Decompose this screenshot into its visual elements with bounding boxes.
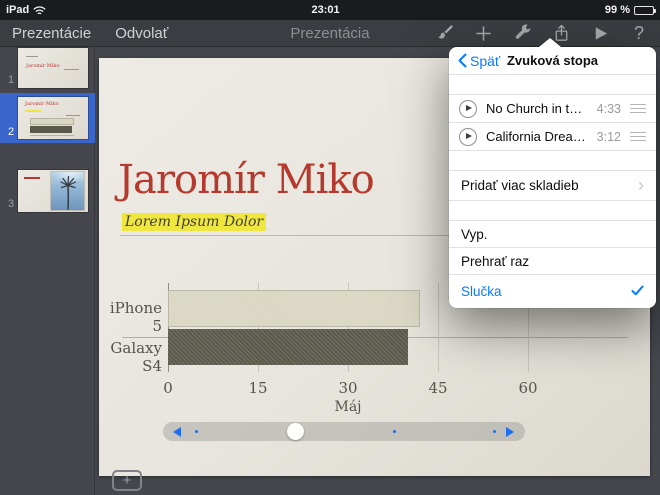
battery-percent: 99 % (605, 4, 630, 16)
song-play-icon[interactable] (459, 128, 477, 146)
chart-gridline (438, 283, 439, 372)
popover-spacer (449, 75, 656, 95)
status-bar: iPad 23:01 99 % (0, 0, 660, 20)
toolbar: Prezentácie Odvolať Prezentácia ? (0, 20, 660, 47)
slide-navigator: Jaromír Miko 1 Jaromír Miko 2 3 (0, 47, 95, 495)
scrubber-knob[interactable] (287, 423, 304, 440)
song-row[interactable]: No Church in t… 4:33 (449, 95, 656, 123)
audio-option-play-once[interactable]: Prehrať raz (449, 248, 656, 275)
audio-option-off[interactable]: Vyp. (449, 221, 656, 248)
scrubber-prev-arrow-icon[interactable] (173, 427, 181, 437)
slide-number-2: 2 (6, 126, 16, 138)
song-row[interactable]: California Drea… 3:12 (449, 123, 656, 151)
palm-photo-thumbnail (51, 172, 84, 210)
status-time: 23:01 (312, 4, 340, 16)
song-play-icon[interactable] (459, 100, 477, 118)
popover-spacer (449, 201, 656, 221)
popover-spacer (449, 151, 656, 171)
battery-icon (634, 6, 654, 15)
soundtrack-popover: Späť Zvuková stopa No Church in t… 4:33 … (449, 47, 656, 308)
add-more-songs-button[interactable]: Pridať viac skladieb › (449, 171, 656, 201)
popover-header: Späť Zvuková stopa (449, 47, 656, 75)
song-duration: 3:12 (597, 130, 621, 144)
reorder-handle-icon[interactable] (630, 132, 646, 142)
chart-bar-galaxy-s4[interactable] (168, 329, 408, 365)
slide-number-3: 3 (6, 198, 16, 210)
slide-thumbnail-1[interactable]: Jaromír Miko (18, 48, 88, 88)
chart-x-tick: 45 (418, 379, 458, 397)
chart-bar-iphone-5[interactable] (168, 290, 420, 327)
chart-x-tick: 0 (148, 379, 188, 397)
chart-category-label: iPhone 5 (99, 299, 162, 335)
slide-number-1: 1 (6, 74, 16, 86)
chart-x-tick: 60 (508, 379, 548, 397)
add-button[interactable] (472, 23, 494, 45)
play-button[interactable] (589, 23, 611, 45)
chart-category-label: Galaxy S4 (99, 339, 162, 375)
checkmark-icon (631, 284, 644, 299)
song-duration: 4:33 (597, 102, 621, 116)
popover-title: Zvuková stopa (507, 53, 598, 68)
song-name: California Drea… (486, 129, 588, 144)
scrubber-dot[interactable] (393, 430, 396, 433)
chevron-left-icon (458, 53, 467, 68)
slide-thumbnail-2[interactable]: Jaromír Miko (18, 97, 88, 139)
scrubber-dot[interactable] (195, 430, 198, 433)
slide-thumbnail-3[interactable] (18, 170, 88, 212)
scrubber-dot[interactable] (493, 430, 496, 433)
chevron-right-icon: › (638, 176, 644, 194)
help-button[interactable]: ? (628, 23, 650, 45)
audio-option-loop[interactable]: Slučka (449, 275, 656, 308)
device-label: iPad (6, 4, 29, 16)
wifi-icon (33, 5, 46, 16)
add-slide-button[interactable]: + (112, 470, 142, 491)
tools-wrench-button[interactable] (511, 23, 533, 45)
chart-x-axis-title: Máj (318, 399, 378, 415)
chart-x-tick: 15 (238, 379, 278, 397)
popover-back-button[interactable]: Späť (458, 47, 500, 74)
scrubber-next-arrow-icon[interactable] (506, 427, 514, 437)
reorder-handle-icon[interactable] (630, 104, 646, 114)
slide-scrubber[interactable] (163, 422, 525, 441)
chart-x-tick: 30 (328, 379, 368, 397)
song-name: No Church in t… (486, 101, 588, 116)
format-brush-button[interactable] (433, 23, 455, 45)
